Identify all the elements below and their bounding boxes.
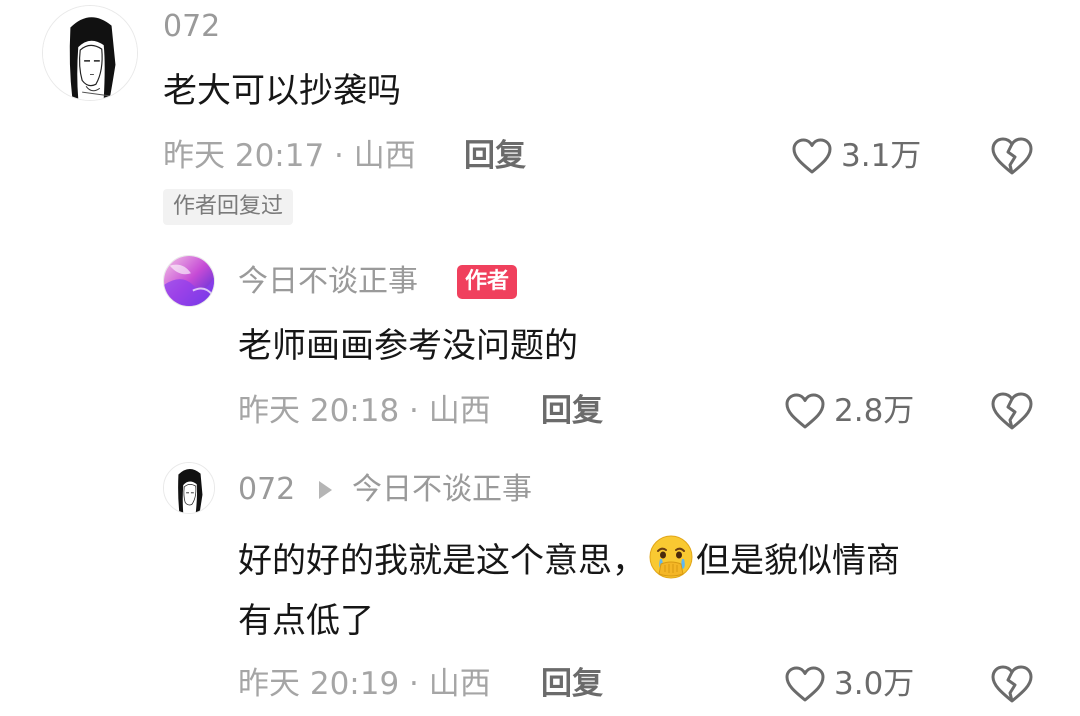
- avatar[interactable]: [42, 5, 138, 101]
- dislike-button[interactable]: [990, 664, 1034, 704]
- like-button[interactable]: 3.1万: [791, 134, 921, 178]
- username[interactable]: 今日不谈正事: [238, 264, 418, 300]
- comment-meta: 昨天 20:17 · 山西: [163, 138, 416, 174]
- heart-outline-icon: [785, 666, 825, 702]
- comment-text: 老大可以抄袭吗: [163, 71, 401, 111]
- comment-text: 老师画画参考没问题的: [238, 326, 578, 366]
- broken-heart-icon: [991, 665, 1033, 703]
- comment-text-part: 好的好的我就是这个意思，: [238, 541, 646, 581]
- reply-button[interactable]: 回复: [541, 393, 603, 429]
- like-button[interactable]: 3.0万: [784, 662, 914, 706]
- comment-text: 好的好的我就是这个意思， 但是貌似情商: [238, 534, 900, 581]
- comment-text-line2: 有点低了: [238, 601, 374, 641]
- dislike-button[interactable]: [990, 136, 1034, 176]
- crying-face-with-hands-over-mouth-icon: [649, 535, 693, 579]
- heart-outline-icon: [785, 393, 825, 429]
- avatar[interactable]: [163, 255, 215, 307]
- like-button[interactable]: 2.8万: [784, 389, 914, 433]
- abstract-purple-avatar: [164, 256, 214, 306]
- broken-heart-icon: [991, 392, 1033, 430]
- like-count: 3.0万: [834, 666, 915, 702]
- reply-button[interactable]: 回复: [541, 666, 603, 702]
- broken-heart-icon: [991, 137, 1033, 175]
- reply-arrow-icon: [319, 481, 332, 499]
- avatar[interactable]: [163, 462, 215, 514]
- heart-outline-icon: [792, 138, 832, 174]
- username[interactable]: 072: [163, 9, 220, 45]
- comment-meta: 昨天 20:19 · 山西: [238, 666, 491, 702]
- author-badge: 作者: [457, 265, 518, 299]
- username[interactable]: 072: [238, 472, 295, 508]
- reply-button[interactable]: 回复: [464, 138, 526, 174]
- comment-meta: 昨天 20:18 · 山西: [238, 393, 491, 429]
- like-count: 2.8万: [834, 393, 915, 429]
- like-count: 3.1万: [841, 138, 922, 174]
- comment-text-part: 但是貌似情商: [696, 541, 900, 581]
- sketch-portrait-avatar: [164, 463, 214, 513]
- reply-to-username[interactable]: 今日不谈正事: [352, 472, 532, 508]
- dislike-button[interactable]: [990, 391, 1034, 431]
- sketch-portrait-avatar: [43, 6, 137, 100]
- author-replied-tag: 作者回复过: [163, 189, 294, 225]
